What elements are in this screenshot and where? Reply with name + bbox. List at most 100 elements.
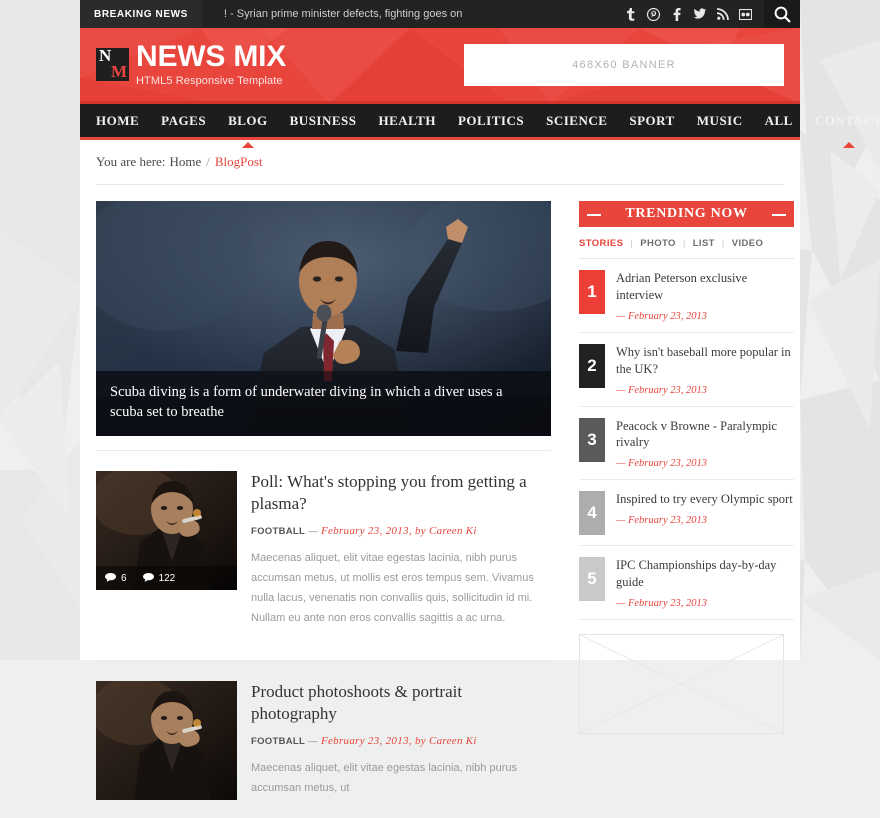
nav-item-label: POLITICS bbox=[458, 113, 524, 128]
pinterest-icon[interactable] bbox=[647, 8, 660, 21]
brand-logo[interactable]: N M NEWS MIX HTML5 Responsive Template bbox=[80, 42, 286, 87]
breadcrumb-separator: / bbox=[201, 154, 215, 170]
twitter-icon[interactable] bbox=[693, 8, 706, 21]
site-header: N M NEWS MIX HTML5 Responsive Template 4… bbox=[80, 28, 800, 104]
comment-count[interactable]: 6 bbox=[105, 573, 127, 584]
trending-item[interactable]: 2Why isn't baseball more popular in the … bbox=[579, 333, 794, 407]
trending-rank-badge: 1 bbox=[579, 270, 605, 314]
logo-letter-m: M bbox=[111, 63, 127, 80]
post-thumbnail[interactable] bbox=[96, 681, 237, 800]
post-body: Product photoshoots & portrait photograp… bbox=[251, 681, 551, 800]
trending-tab-stories[interactable]: STORIES bbox=[579, 238, 623, 249]
view-count-value: 122 bbox=[159, 573, 176, 584]
trending-item[interactable]: 5IPC Championships day-by-day guide— Feb… bbox=[579, 546, 794, 620]
nav-item-science[interactable]: SCIENCE bbox=[535, 103, 618, 139]
post-category[interactable]: FOOTBALL bbox=[251, 736, 305, 747]
nav-item-pages[interactable]: PAGES bbox=[150, 103, 217, 139]
tab-separator: | bbox=[715, 238, 732, 249]
post-category[interactable]: FOOTBALL bbox=[251, 526, 305, 537]
content-area: Scuba diving is a form of underwater div… bbox=[80, 185, 800, 818]
trending-body: Peacock v Browne - Paralympic rivalry — F… bbox=[616, 418, 794, 470]
trending-rank-badge: 4 bbox=[579, 491, 605, 535]
trending-item[interactable]: 1 Adrian Peterson exclusive interview — Fe… bbox=[579, 259, 794, 333]
tab-separator: | bbox=[623, 238, 640, 249]
trending-body: Inspired to try every Olympic sport— Feb… bbox=[616, 491, 794, 535]
trending-date: — February 23, 2013 bbox=[616, 458, 794, 469]
trending-tab-list[interactable]: LIST bbox=[693, 238, 715, 249]
search-icon[interactable] bbox=[764, 0, 800, 28]
trending-tab-video[interactable]: VIDEO bbox=[732, 238, 764, 249]
trending-title[interactable]: Inspired to try every Olympic sport bbox=[616, 491, 794, 508]
nav-item-business[interactable]: BUSINESS bbox=[279, 103, 368, 139]
header-dash-left bbox=[587, 214, 601, 216]
trending-date: — February 23, 2013 bbox=[616, 385, 794, 396]
view-count[interactable]: 122 bbox=[143, 573, 176, 584]
post-title[interactable]: Poll: What's stopping you from getting a… bbox=[251, 471, 551, 516]
sidebar: TRENDING NOW STORIES|PHOTO|LIST|VIDEO 1A… bbox=[579, 201, 794, 818]
post-excerpt: Maecenas aliquet, elit vitae egestas lac… bbox=[251, 758, 551, 798]
nav-item-politics[interactable]: POLITICS bbox=[447, 103, 535, 139]
post-list-item: 6 122 Poll: What's stopping you from getti… bbox=[96, 450, 551, 646]
flickr-icon[interactable] bbox=[739, 8, 752, 21]
sidebar-ad-placeholder[interactable] bbox=[579, 634, 784, 734]
post-date: February 23, 2013 bbox=[321, 735, 409, 747]
trending-item[interactable]: 3 Peacock v Browne - Paralympic rivalry — … bbox=[579, 407, 794, 481]
nav-item-all[interactable]: ALL bbox=[754, 103, 804, 139]
post-author[interactable]: , by Careen Ki bbox=[409, 525, 477, 537]
post-body: Poll: What's stopping you from getting a… bbox=[251, 471, 551, 628]
nav-item-blog[interactable]: BLOG bbox=[217, 103, 279, 139]
featured-caption: Scuba diving is a form of underwater div… bbox=[96, 371, 551, 436]
tumblr-icon[interactable] bbox=[624, 8, 637, 21]
placeholder-cross-icon bbox=[580, 635, 783, 733]
trending-date: — February 23, 2013 bbox=[616, 311, 794, 322]
nav-active-arrow-icon bbox=[242, 142, 254, 148]
nav-item-music[interactable]: MUSIC bbox=[686, 103, 754, 139]
nav-item-contact[interactable]: CONTACT bbox=[804, 103, 880, 139]
post-list: 6 122 Poll: What's stopping you from getti… bbox=[96, 450, 551, 818]
header-banner-ad[interactable]: 468X60 BANNER bbox=[464, 44, 784, 86]
trending-widget-header: TRENDING NOW bbox=[579, 201, 794, 227]
site-page: BREAKING NEWS ! - Syrian prime minister … bbox=[80, 0, 800, 660]
site-title: NEWS MIX bbox=[136, 42, 286, 73]
nav-item-label: SPORT bbox=[629, 113, 674, 128]
post-title[interactable]: Product photoshoots & portrait photograp… bbox=[251, 681, 551, 726]
trending-title[interactable]: IPC Championships day-by-day guide bbox=[616, 557, 794, 591]
nav-item-sport[interactable]: SPORT bbox=[618, 103, 685, 139]
trending-list: 1 Adrian Peterson exclusive interview — Fe… bbox=[579, 259, 794, 620]
nav-item-home[interactable]: HOME bbox=[96, 103, 150, 139]
header-dash-right bbox=[772, 214, 786, 216]
tab-separator: | bbox=[676, 238, 693, 249]
trending-widget-title: TRENDING NOW bbox=[615, 206, 757, 222]
trending-item[interactable]: 4Inspired to try every Olympic sport— Fe… bbox=[579, 480, 794, 546]
trending-tabs: STORIES|PHOTO|LIST|VIDEO bbox=[579, 227, 794, 259]
trending-body: Why isn't baseball more popular in the U… bbox=[616, 344, 794, 396]
nav-item-label: BLOG bbox=[228, 113, 268, 128]
trending-tab-photo[interactable]: PHOTO bbox=[640, 238, 676, 249]
trending-body: Adrian Peterson exclusive interview — Feb… bbox=[616, 270, 794, 322]
trending-rank-badge: 3 bbox=[579, 418, 605, 462]
post-list-item: Product photoshoots & portrait photograp… bbox=[96, 660, 551, 818]
post-thumbnail-meta: 6 122 bbox=[96, 566, 237, 590]
brand-text: NEWS MIX HTML5 Responsive Template bbox=[136, 42, 286, 87]
social-links bbox=[624, 0, 764, 28]
rss-icon[interactable] bbox=[716, 8, 729, 21]
featured-post-image[interactable]: Scuba diving is a form of underwater div… bbox=[96, 201, 551, 436]
trending-title[interactable]: Peacock v Browne - Paralympic rivalry bbox=[616, 418, 794, 452]
post-meta: FOOTBALL—February 23, 2013, by Careen Ki bbox=[251, 735, 551, 747]
top-bar: BREAKING NEWS ! - Syrian prime minister … bbox=[80, 0, 800, 28]
nav-item-health[interactable]: HEALTH bbox=[368, 103, 447, 139]
logo-mark-icon: N M bbox=[96, 48, 129, 81]
facebook-icon[interactable] bbox=[670, 8, 683, 21]
breadcrumb-prefix: You are here: bbox=[96, 154, 165, 170]
comment-bubble-icon bbox=[105, 573, 116, 583]
trending-title[interactable]: Why isn't baseball more popular in the U… bbox=[616, 344, 794, 378]
post-thumbnail[interactable]: 6 122 bbox=[96, 471, 237, 590]
post-author[interactable]: , by Careen Ki bbox=[409, 735, 477, 747]
breadcrumb-current[interactable]: BlogPost bbox=[215, 154, 263, 170]
topbar-spacer bbox=[462, 0, 624, 28]
breaking-news-ticker[interactable]: ! - Syrian prime minister defects, fight… bbox=[202, 0, 462, 28]
trending-title[interactable]: Adrian Peterson exclusive interview bbox=[616, 270, 794, 304]
nav-item-label: BUSINESS bbox=[290, 113, 357, 128]
nav-item-label: MUSIC bbox=[697, 113, 743, 128]
breadcrumb-home[interactable]: Home bbox=[165, 154, 201, 170]
